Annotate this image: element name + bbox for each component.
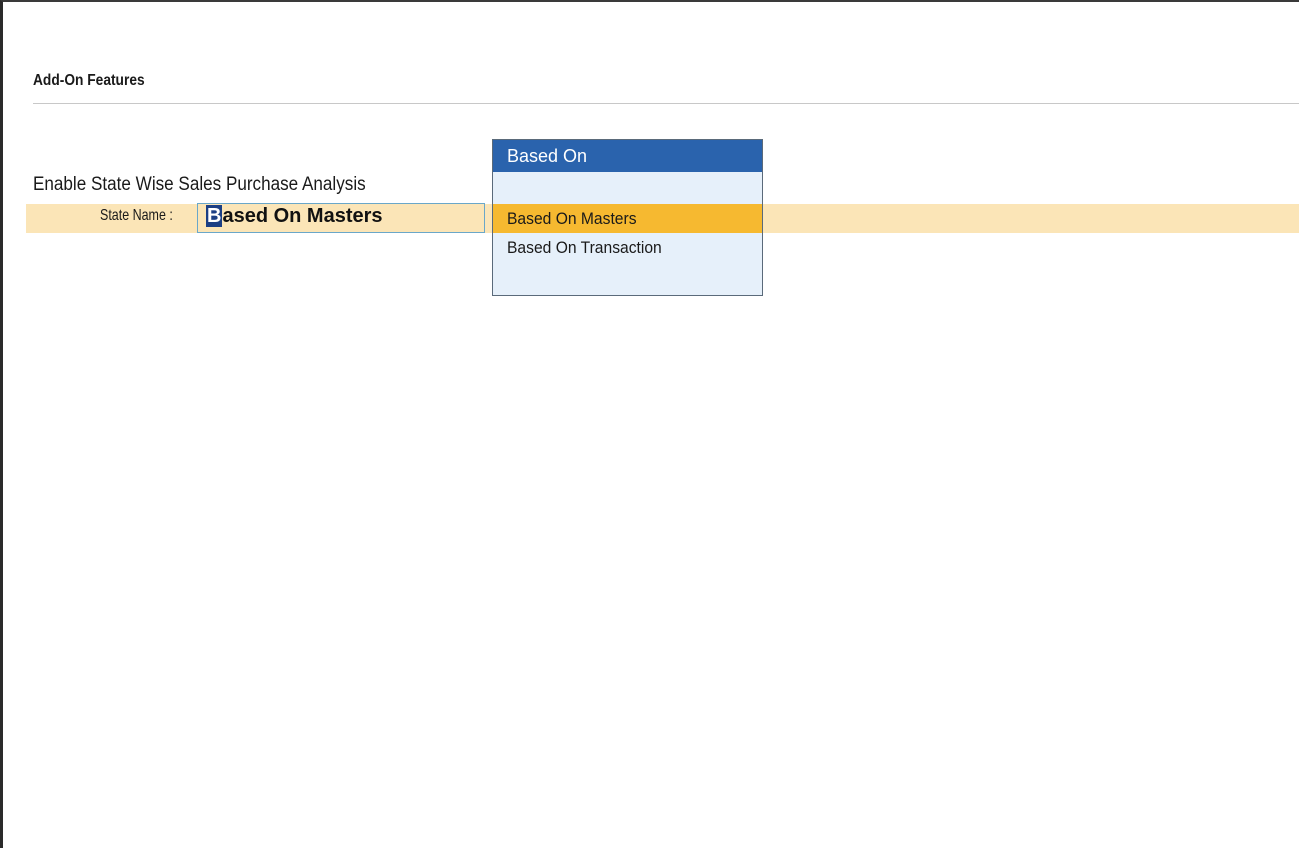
state-name-input[interactable]: Based On Masters	[197, 203, 485, 233]
option-label: Based On Masters	[507, 209, 637, 228]
option-based-on-transaction[interactable]: Based On Transaction	[493, 233, 762, 262]
option-label: Based On Transaction	[507, 238, 662, 257]
dropdown-list: Based On Masters Based On Transaction	[493, 204, 762, 262]
app-window: Add-On Features Enable State Wise Sales …	[0, 0, 1299, 848]
state-name-value: ased On Masters	[222, 205, 383, 227]
text-cursor: B	[206, 205, 223, 227]
based-on-dropdown[interactable]: Based On Based On Masters Based On Trans…	[492, 139, 763, 296]
state-name-label: State Name :	[100, 207, 173, 224]
option-based-on-masters[interactable]: Based On Masters	[493, 204, 762, 233]
dropdown-title: Based On	[493, 140, 762, 172]
page-title: Add-On Features	[33, 72, 145, 89]
feature-label: Enable State Wise Sales Purchase Analysi…	[33, 174, 366, 195]
title-divider	[33, 103, 1299, 104]
